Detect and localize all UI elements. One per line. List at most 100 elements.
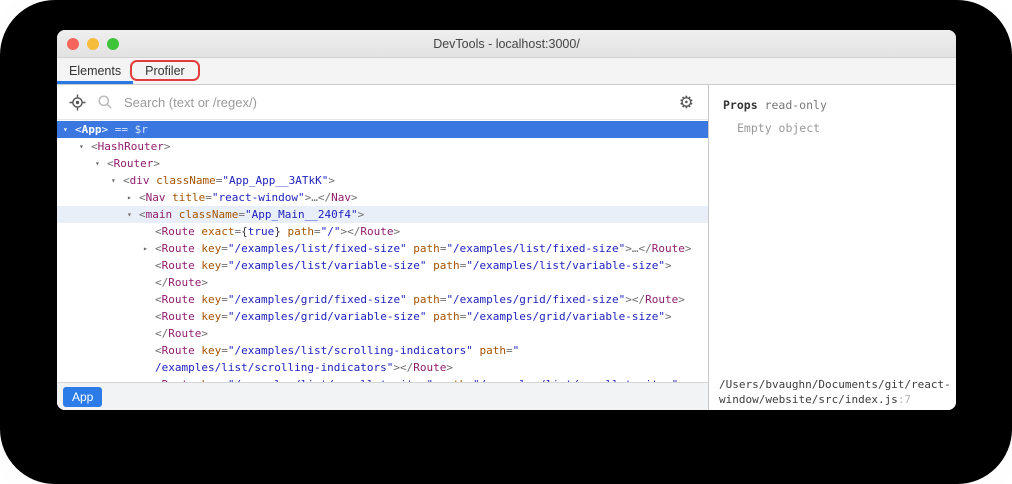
tree-row[interactable]: /examples/list/scrolling-indicators"></R… [57, 359, 708, 376]
code-p: < [91, 140, 98, 153]
code-kw: true [248, 225, 275, 238]
disclosure-triangle[interactable]: ▸ [143, 240, 155, 257]
code-attr: key [195, 344, 222, 357]
disclosure-triangle[interactable]: ▾ [79, 138, 91, 155]
code-p: > [665, 259, 672, 272]
code-p: > [685, 242, 692, 255]
search-toolbar: ⚙ [57, 85, 708, 120]
code-p: < [75, 123, 82, 136]
code-p: >…</ [305, 191, 332, 204]
code-p: < [155, 225, 162, 238]
code-p: </ [155, 276, 168, 289]
code-attr: className [172, 208, 238, 221]
disclosure-triangle[interactable]: ▾ [95, 155, 107, 172]
code-str: "/examples/grid/variable-size" [466, 310, 665, 323]
code-p: > [201, 276, 208, 289]
tree-row[interactable]: ▾<App> == $r [57, 121, 708, 138]
code-p: > [201, 327, 208, 340]
inspect-element-icon[interactable] [69, 94, 86, 111]
code-attr: path [407, 242, 440, 255]
code-p: > [328, 174, 335, 187]
code-p: < [155, 293, 162, 306]
code-p: > [678, 378, 685, 382]
disclosure-triangle[interactable]: ▾ [111, 172, 123, 189]
code-tag: main [146, 208, 173, 221]
tab-elements[interactable]: Elements [57, 58, 133, 84]
code-p: = [221, 259, 228, 272]
tree-row[interactable]: </Route> [57, 325, 708, 342]
tree-row[interactable]: ▾<HashRouter> [57, 138, 708, 155]
code-tag: Route [168, 327, 201, 340]
tree-row[interactable]: ▾<main className="App_Main__240f4"> [57, 206, 708, 223]
disclosure-triangle[interactable]: ▸ [127, 189, 139, 206]
tree-row[interactable]: </Route> [57, 274, 708, 291]
tree-row[interactable]: <Route key="/examples/grid/fixed-size" p… [57, 291, 708, 308]
code-p: = [205, 191, 212, 204]
disclosure-triangle[interactable]: ▾ [63, 121, 75, 138]
tree-row[interactable]: <Route key="/examples/list/variable-size… [57, 257, 708, 274]
code-str: "/examples/list/variable-size" [466, 259, 665, 272]
tab-profiler[interactable]: Profiler [133, 58, 197, 84]
code-attr: path [427, 259, 460, 272]
tree-row[interactable]: ▾<Router> [57, 155, 708, 172]
code-tag: Route [162, 293, 195, 306]
code-p: < [139, 208, 146, 221]
code-p: > [164, 140, 171, 153]
code-str: "/examples/grid/variable-size" [228, 310, 427, 323]
tree-row[interactable]: ▸<Route key="/examples/list/fixed-size" … [57, 240, 708, 257]
code-tag: Route [645, 293, 678, 306]
code-attr: path [281, 225, 314, 238]
code-str: "react-window" [212, 191, 305, 204]
code-attr: key [195, 310, 222, 323]
settings-gear-icon[interactable]: ⚙ [679, 94, 694, 111]
code-p: = [506, 344, 513, 357]
code-tag: Route [162, 242, 195, 255]
code-str: "/examples/list/scroll-to-item" [473, 378, 678, 382]
search-input[interactable] [124, 95, 668, 110]
code-p: > [446, 361, 453, 374]
code-attr: title [166, 191, 206, 204]
search-icon [97, 94, 113, 110]
code-p: > [358, 208, 365, 221]
code-p: </ [155, 327, 168, 340]
devtools-window: DevTools - localhost:3000/ Elements Prof… [57, 30, 956, 410]
tree-row[interactable]: <Route key="/examples/list/scroll-to-ite… [57, 376, 708, 382]
code-attr: path [473, 344, 506, 357]
code-p: = [221, 310, 228, 323]
code-p: ></ [341, 225, 361, 238]
window-titlebar: DevTools - localhost:3000/ [57, 30, 956, 58]
tree-row[interactable]: <Route key="/examples/grid/variable-size… [57, 308, 708, 325]
code-tag: Route [162, 225, 195, 238]
code-str: "/examples/grid/fixed-size" [228, 293, 407, 306]
code-tag: Nav [146, 191, 166, 204]
elements-panel: ⚙ ▾<App> == $r▾<HashRouter>▾<Router>▾<di… [57, 85, 708, 410]
code-str: "/examples/grid/fixed-size" [446, 293, 625, 306]
code-tag: Route [162, 344, 195, 357]
code-attr: key [195, 378, 222, 382]
tree-row[interactable]: <Route exact={true} path="/"></Route> [57, 223, 708, 240]
code-p: < [155, 242, 162, 255]
code-p: = [221, 344, 228, 357]
code-p: > [153, 157, 160, 170]
tree-row[interactable]: ▸<Nav title="react-window">…</Nav> [57, 189, 708, 206]
tree-row[interactable]: ▾<div className="App_App__3ATkK"> [57, 172, 708, 189]
code-p: > [394, 225, 401, 238]
code-p: < [123, 174, 130, 187]
source-line-number: :7 [898, 393, 911, 406]
tab-bar: Elements Profiler [57, 58, 956, 85]
tab-profiler-label: Profiler [145, 64, 185, 78]
props-header: Props read-only [709, 85, 956, 112]
code-p: = [221, 378, 228, 382]
code-str: "App_Main__240f4" [245, 208, 358, 221]
props-empty-value: Empty object [709, 112, 956, 135]
main-content: ⚙ ▾<App> == $r▾<HashRouter>▾<Router>▾<di… [57, 85, 956, 410]
code-attr: path [433, 378, 466, 382]
code-p: = [238, 208, 245, 221]
code-attr: key [195, 242, 222, 255]
tree-row[interactable]: <Route key="/examples/list/scrolling-ind… [57, 342, 708, 359]
code-tag: Route [162, 310, 195, 323]
code-p: < [155, 259, 162, 272]
source-path-text: /Users/bvaughn/Documents/git/react-windo… [719, 378, 951, 406]
breadcrumb-app-badge[interactable]: App [63, 387, 102, 407]
disclosure-triangle[interactable]: ▾ [127, 206, 139, 223]
